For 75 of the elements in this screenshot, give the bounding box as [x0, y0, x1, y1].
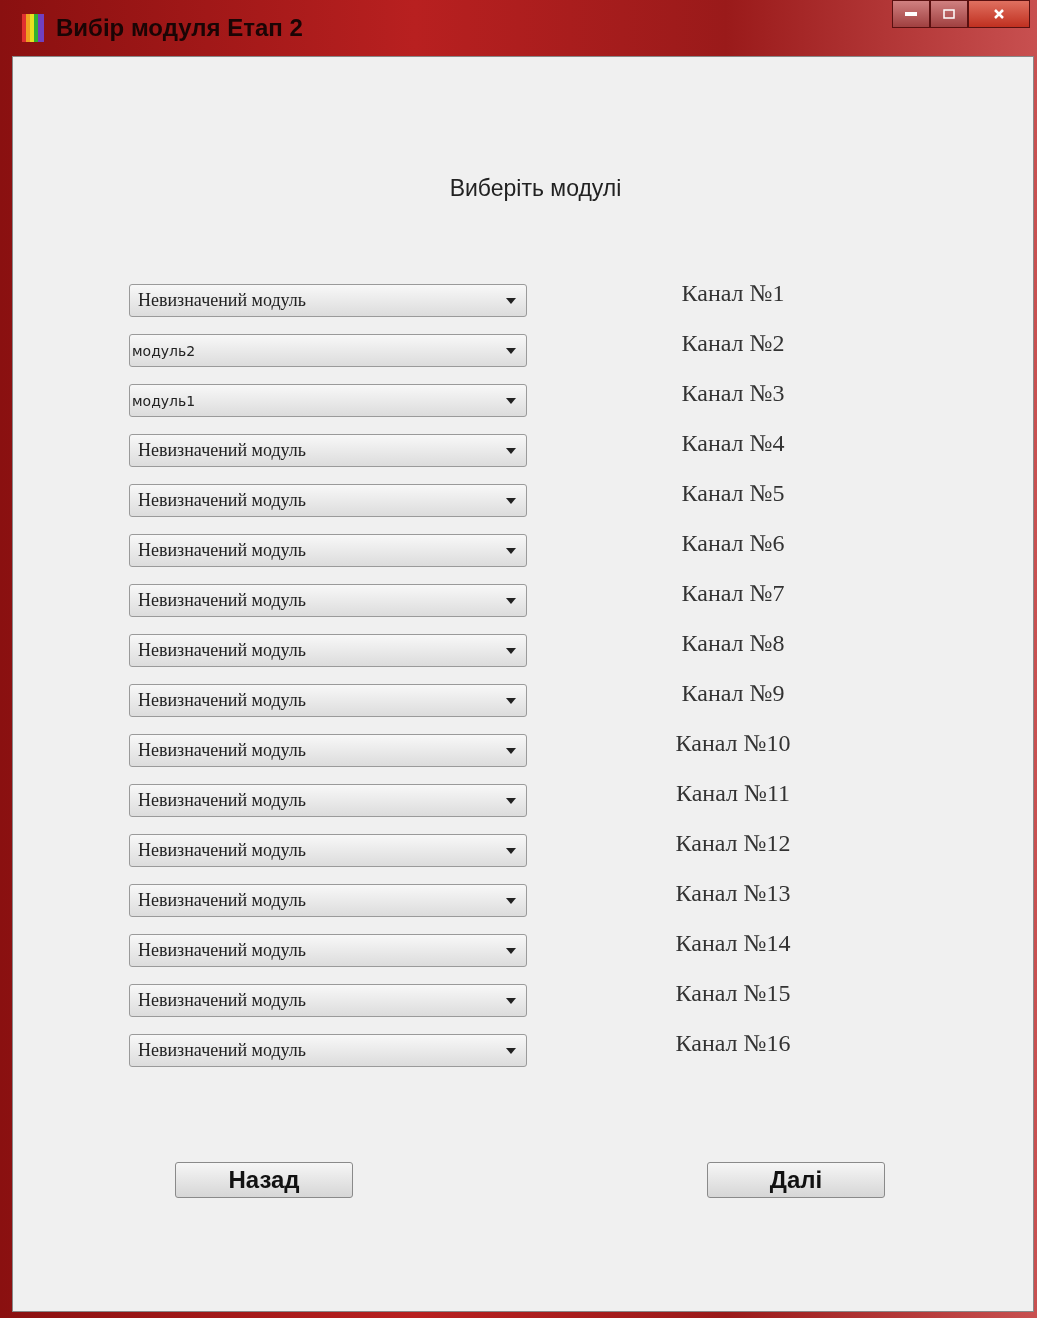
module-dropdown[interactable]: Невизначений модуль — [129, 284, 527, 317]
module-dropdown[interactable]: Невизначений модуль — [129, 884, 527, 917]
module-dropdown[interactable]: Невизначений модуль — [129, 584, 527, 617]
minimize-icon — [905, 12, 917, 16]
module-dropdown[interactable]: Невизначений модуль — [129, 784, 527, 817]
dropdown-value: Невизначений модуль — [138, 590, 307, 611]
module-dropdown[interactable]: модуль2 — [129, 334, 527, 367]
dropdown-value: Невизначений модуль — [138, 290, 307, 311]
dropdown-arrow-icon — [506, 997, 516, 1004]
module-dropdown[interactable]: Невизначений модуль — [129, 484, 527, 517]
channel-label: Канал №10 — [674, 730, 792, 757]
dropdown-value: Невизначений модуль — [138, 790, 307, 811]
dropdown-arrow-icon — [506, 847, 516, 854]
dropdown-arrow-icon — [506, 397, 516, 404]
dropdown-arrow-icon — [506, 747, 516, 754]
dropdown-value: Невизначений модуль — [138, 940, 307, 961]
channel-label: Канал №4 — [680, 430, 786, 457]
dropdown-arrow-icon — [506, 497, 516, 504]
heading: Виберіть модулі — [448, 175, 623, 202]
module-dropdown[interactable]: Невизначений модуль — [129, 934, 527, 967]
color-bars-icon — [22, 14, 44, 42]
dropdown-arrow-icon — [506, 897, 516, 904]
channel-label: Канал №15 — [674, 980, 792, 1007]
maximize-icon — [943, 9, 955, 19]
dropdown-value: Невизначений модуль — [138, 990, 307, 1011]
close-button[interactable] — [968, 0, 1030, 28]
module-dropdown[interactable]: Невизначений модуль — [129, 684, 527, 717]
module-dropdown[interactable]: Невизначений модуль — [129, 634, 527, 667]
channel-label: Канал №2 — [680, 330, 786, 357]
dropdown-value: Невизначений модуль — [138, 1040, 307, 1061]
channel-label: Канал №5 — [680, 480, 786, 507]
dropdown-arrow-icon — [506, 697, 516, 704]
module-dropdown[interactable]: Невизначений модуль — [129, 434, 527, 467]
dropdown-arrow-icon — [506, 597, 516, 604]
module-dropdown[interactable]: Невизначений модуль — [129, 734, 527, 767]
channel-label: Канал №9 — [680, 680, 786, 707]
dropdown-arrow-icon — [506, 1047, 516, 1054]
dropdown-arrow-icon — [506, 297, 516, 304]
dropdown-value: Невизначений модуль — [138, 640, 307, 661]
channel-label: Канал №3 — [680, 380, 786, 407]
dropdown-arrow-icon — [506, 347, 516, 354]
dropdown-value: Невизначений модуль — [138, 840, 307, 861]
dropdown-arrow-icon — [506, 447, 516, 454]
module-dropdown[interactable]: Невизначений модуль — [129, 534, 527, 567]
module-dropdown[interactable]: Невизначений модуль — [129, 834, 527, 867]
dropdown-value: Невизначений модуль — [138, 690, 307, 711]
minimize-button[interactable] — [892, 0, 930, 28]
channel-label: Канал №16 — [674, 1030, 792, 1057]
dropdown-arrow-icon — [506, 797, 516, 804]
channel-label: Канал №11 — [674, 780, 791, 807]
channel-label: Канал №14 — [674, 930, 792, 957]
dropdown-value: модуль2 — [132, 342, 197, 359]
nav-button[interactable]: Далі — [707, 1162, 885, 1198]
module-dropdown[interactable]: Невизначений модуль — [129, 984, 527, 1017]
channel-label: Канал №12 — [674, 830, 792, 857]
dropdown-value: Невизначений модуль — [138, 890, 307, 911]
module-dropdown[interactable]: модуль1 — [129, 384, 527, 417]
nav-button[interactable]: Назад — [175, 1162, 353, 1198]
channel-label: Канал №1 — [680, 280, 786, 307]
dropdown-arrow-icon — [506, 547, 516, 554]
channel-label: Канал №7 — [680, 580, 786, 607]
dropdown-value: Невизначений модуль — [138, 490, 307, 511]
dropdown-value: Невизначений модуль — [138, 540, 307, 561]
window-title: Вибір модуля Етап 2 — [56, 14, 303, 42]
maximize-button[interactable] — [930, 0, 968, 28]
dropdown-arrow-icon — [506, 947, 516, 954]
channel-label: Канал №8 — [680, 630, 786, 657]
dropdown-value: Невизначений модуль — [138, 440, 307, 461]
close-icon — [993, 8, 1005, 20]
channel-label: Канал №6 — [680, 530, 786, 557]
dropdown-arrow-icon — [506, 647, 516, 654]
channel-label: Канал №13 — [674, 880, 792, 907]
dropdown-value: модуль1 — [132, 392, 197, 409]
dropdown-value: Невизначений модуль — [138, 740, 307, 761]
module-dropdown[interactable]: Невизначений модуль — [129, 1034, 527, 1067]
